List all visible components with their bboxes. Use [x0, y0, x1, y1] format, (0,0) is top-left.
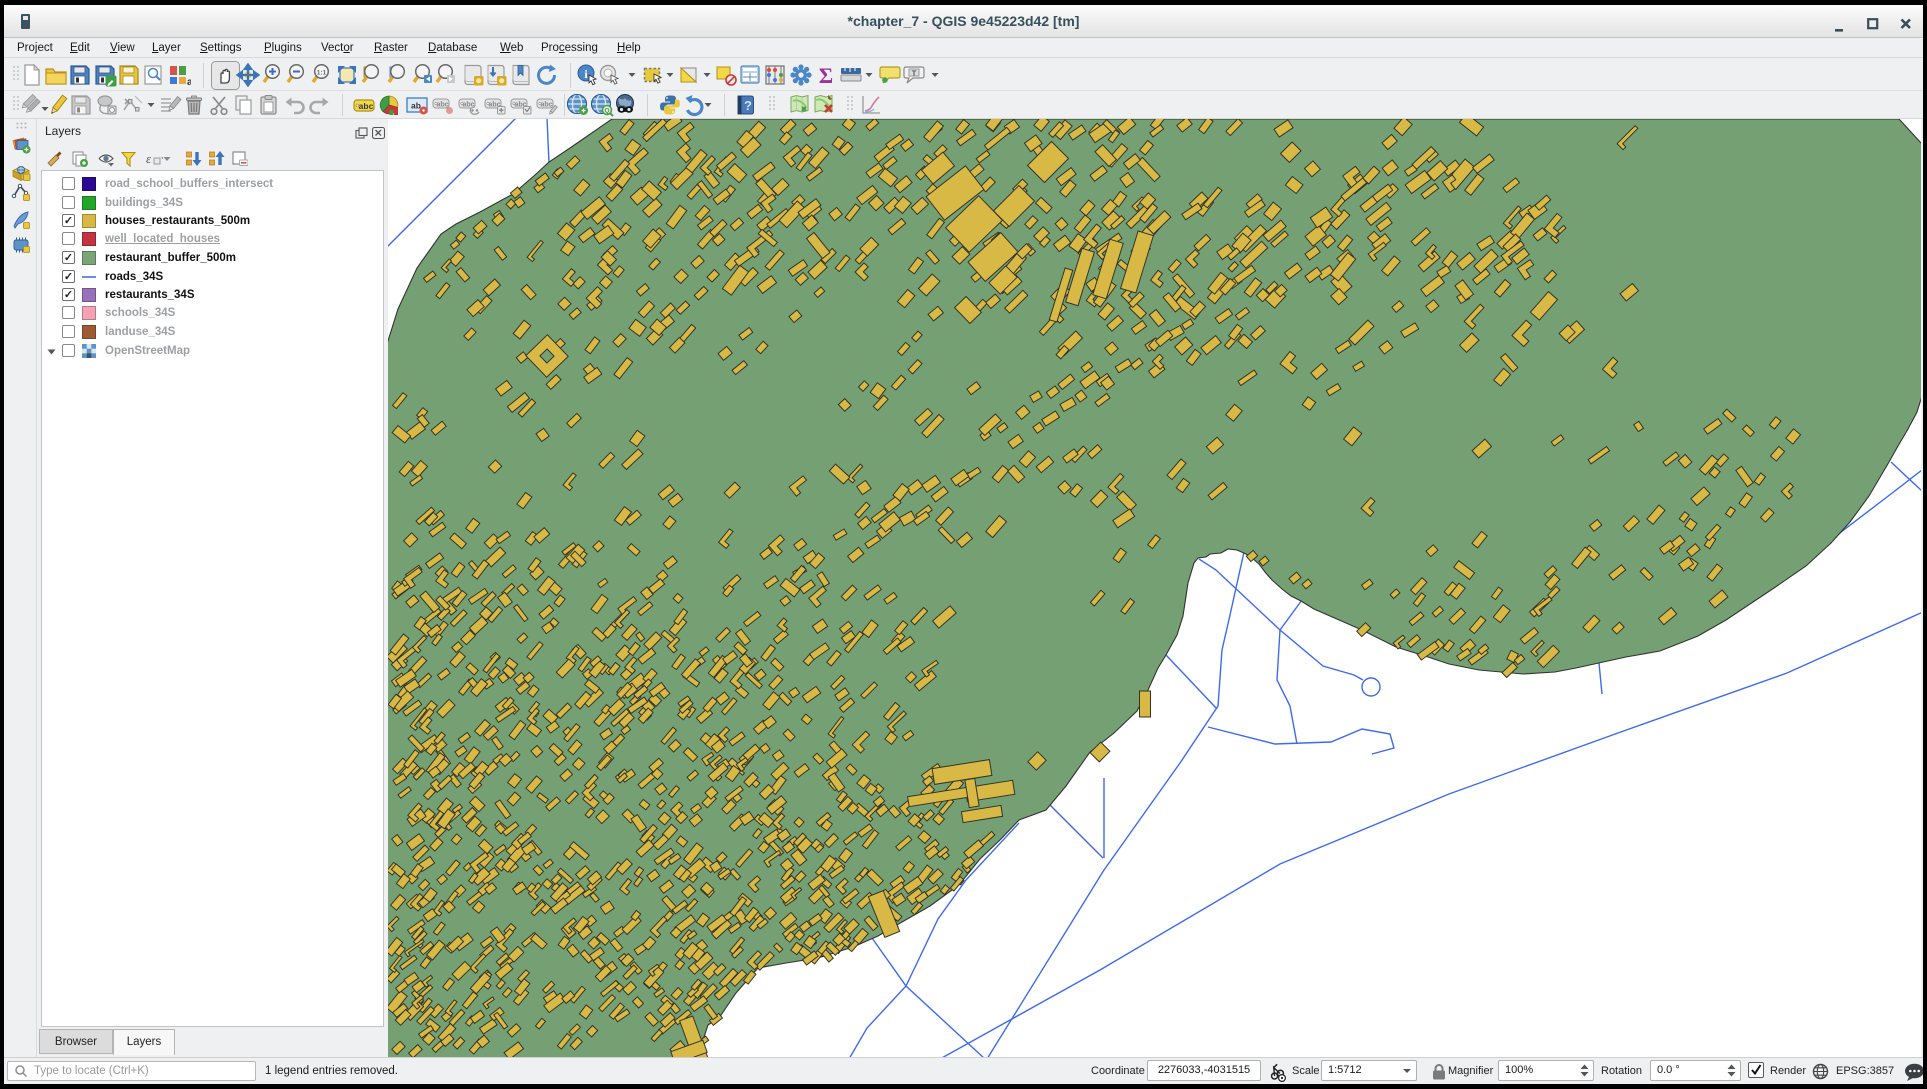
- svg-text:abc: abc: [462, 102, 474, 109]
- svg-text:a: a: [187, 77, 191, 87]
- svg-text:ε: ε: [146, 151, 152, 166]
- svg-text:?: ?: [744, 98, 752, 113]
- svg-text:ab: ab: [411, 101, 421, 111]
- svg-text:T: T: [912, 69, 917, 78]
- svg-text:Σ: Σ: [819, 63, 833, 87]
- svg-text:abc: abc: [540, 102, 552, 109]
- svg-text:abc: abc: [359, 101, 374, 111]
- svg-text:Q: Q: [604, 108, 609, 115]
- svg-text:1:1: 1:1: [317, 70, 327, 77]
- svg-text:abc: abc: [436, 102, 448, 109]
